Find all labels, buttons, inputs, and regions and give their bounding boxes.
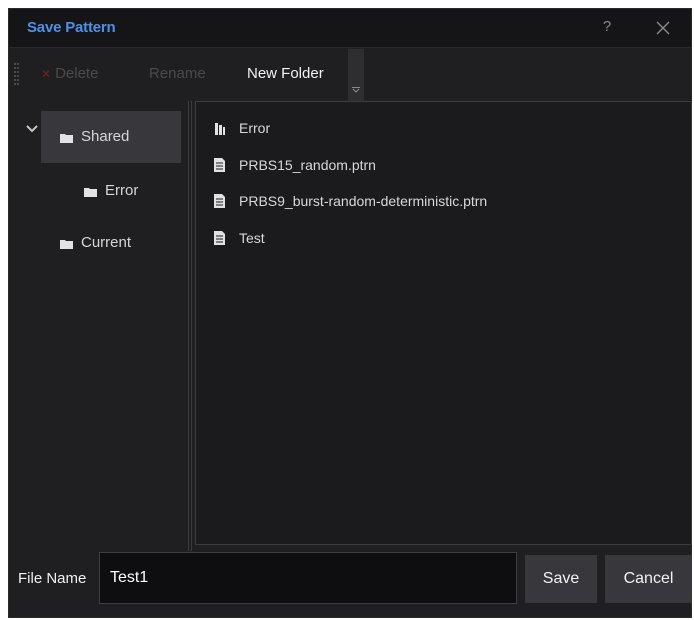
save-pattern-dialog: Save Pattern ? ✕ Delete Rename New Folder bbox=[8, 8, 692, 618]
file-name: PRBS15_random.ptrn bbox=[239, 157, 376, 173]
close-icon bbox=[656, 21, 670, 35]
dialog-title: Save Pattern bbox=[27, 19, 116, 36]
toolbar: ✕ Delete Rename New Folder bbox=[9, 49, 364, 101]
cancel-button[interactable]: Cancel bbox=[605, 555, 692, 603]
save-button[interactable]: Save bbox=[525, 555, 597, 603]
help-button[interactable]: ? bbox=[595, 15, 619, 39]
file-name: PRBS9_burst-random-deterministic.ptrn bbox=[239, 193, 488, 209]
file-name: Test bbox=[239, 230, 265, 246]
file-list: Error PRBS15_random.ptrn PRBS9_burst-ran… bbox=[195, 101, 692, 545]
delete-icon: ✕ bbox=[41, 67, 52, 81]
tree-item-label: Current bbox=[81, 234, 132, 251]
rename-button[interactable]: Rename bbox=[149, 65, 206, 82]
delete-button[interactable]: ✕ Delete bbox=[41, 65, 98, 82]
file-icon bbox=[214, 231, 225, 245]
tree-item-error[interactable]: Error bbox=[69, 165, 181, 217]
file-name-input[interactable] bbox=[99, 552, 517, 604]
folder-icon bbox=[60, 240, 73, 249]
file-icon bbox=[214, 194, 225, 208]
grip-handle-icon[interactable] bbox=[14, 63, 20, 87]
title-bar: Save Pattern ? bbox=[9, 9, 691, 48]
new-folder-button[interactable]: New Folder bbox=[247, 65, 324, 82]
folder-icon bbox=[60, 134, 73, 143]
file-name-label: File Name bbox=[18, 570, 87, 587]
file-name: Error bbox=[239, 120, 271, 136]
delete-label: Delete bbox=[55, 65, 99, 82]
folder-icon bbox=[215, 123, 225, 135]
folder-tree: Shared Error Current bbox=[9, 101, 189, 551]
tree-item-label: Error bbox=[105, 182, 139, 199]
tree-item-current[interactable]: Current bbox=[41, 217, 181, 269]
toolbar-overflow-button[interactable] bbox=[348, 49, 364, 101]
list-item[interactable]: Test bbox=[196, 221, 691, 257]
folder-icon bbox=[84, 188, 97, 197]
list-item[interactable]: PRBS9_burst-random-deterministic.ptrn bbox=[196, 184, 691, 220]
file-icon bbox=[214, 158, 225, 172]
list-item[interactable]: PRBS15_random.ptrn bbox=[196, 148, 691, 184]
pane-splitter[interactable] bbox=[188, 101, 192, 551]
tree-item-label: Shared bbox=[81, 128, 130, 145]
expand-chevron-icon[interactable] bbox=[26, 125, 38, 133]
close-button[interactable] bbox=[650, 15, 676, 41]
list-item[interactable]: Error bbox=[196, 111, 691, 147]
tree-item-shared[interactable]: Shared bbox=[41, 111, 181, 163]
overflow-chevron-icon bbox=[352, 87, 360, 93]
